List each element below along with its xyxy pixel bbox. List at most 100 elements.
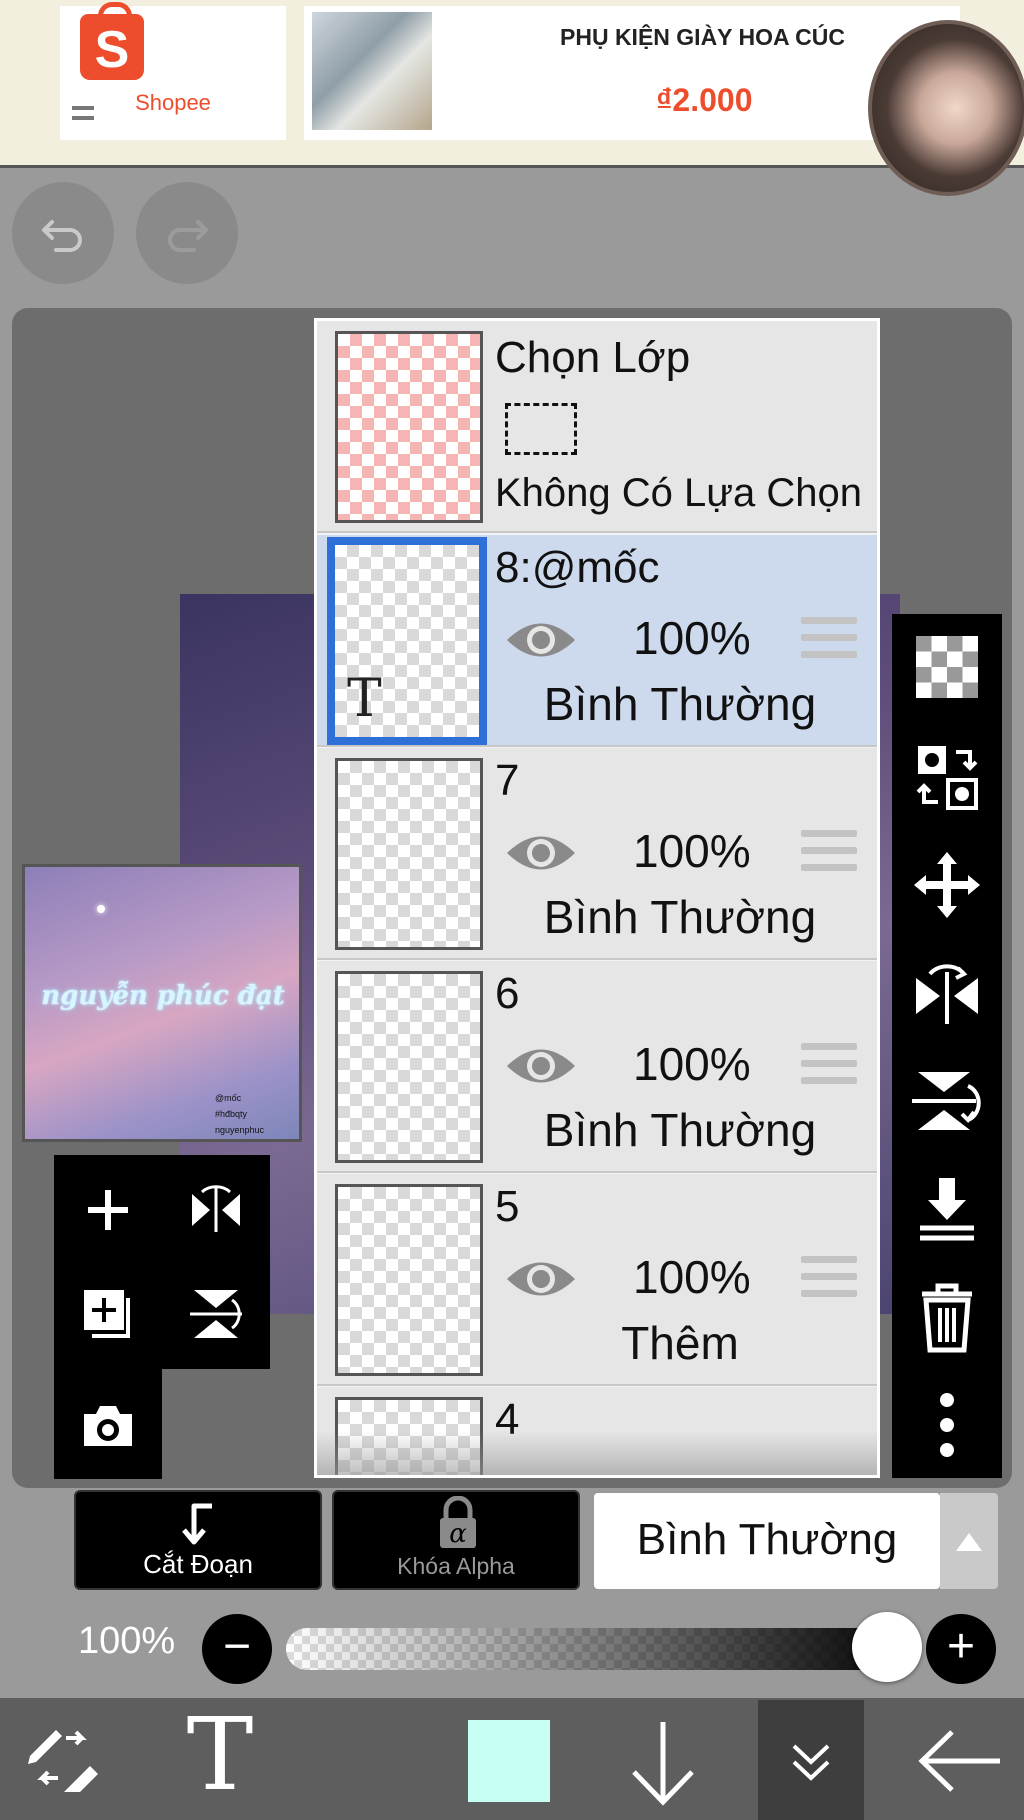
flip-layer-vertical-button[interactable] — [904, 1058, 990, 1144]
opacity-value-label: 100% — [78, 1620, 176, 1662]
layer-thumbnail: T — [327, 537, 487, 745]
add-layer-button[interactable] — [78, 1180, 138, 1240]
ad-menu-icon[interactable] — [72, 106, 94, 120]
transparent-fill-button[interactable] — [904, 624, 990, 710]
selection-marquee-icon — [505, 403, 577, 455]
trash-icon — [922, 1283, 972, 1353]
flip-layer-horizontal-button[interactable] — [904, 950, 990, 1036]
layer-name: 6 — [495, 969, 520, 1018]
clipping-label: Cắt Đoạn — [143, 1549, 253, 1579]
plus-icon — [88, 1190, 128, 1230]
layer-row[interactable]: T 8:@mốc 100% Bình Thường — [317, 535, 877, 747]
swap-icon — [916, 746, 978, 810]
layer-thumbnail — [335, 971, 483, 1163]
merge-down-icon — [920, 1178, 974, 1241]
layer-blend-mode: Bình Thường — [543, 1104, 817, 1156]
alpha-lock-button[interactable]: α Khóa Alpha — [332, 1490, 580, 1590]
layer-opacity: 100% — [633, 1251, 751, 1303]
preview-small-text: nguyenphuc — [215, 1125, 265, 1135]
layer-thumbnail — [335, 758, 483, 950]
selection-layer-thumbnail — [335, 331, 483, 523]
flip-vertical-icon — [912, 1072, 981, 1130]
layer-opacity: 100% — [633, 612, 751, 664]
drag-handle-icon[interactable] — [801, 830, 857, 874]
merge-down-button[interactable] — [904, 1166, 990, 1252]
camera-icon — [84, 1406, 132, 1446]
clip-arrow-icon — [182, 1503, 212, 1545]
opacity-slider-thumb[interactable] — [852, 1612, 922, 1682]
undo-button[interactable] — [12, 182, 114, 284]
add-copy-layer-button[interactable] — [78, 1284, 138, 1344]
preview-title-text: nguyễn phúc đạt — [41, 981, 285, 1011]
floating-avatar[interactable] — [868, 20, 1024, 196]
opacity-increase-button[interactable]: + — [926, 1614, 996, 1684]
layer-row[interactable]: 7 100% Bình Thường — [317, 748, 877, 960]
opacity-slider-track[interactable] — [286, 1628, 906, 1670]
layer-panel: Chọn Lớp Không Có Lựa Chọn T 8:@mốc 100%… — [314, 318, 880, 1478]
svg-text:α: α — [449, 1519, 467, 1549]
flip-vertical-icon — [190, 1290, 242, 1338]
layer-blend-mode: Bình Thường — [543, 678, 817, 730]
more-options-button[interactable] — [904, 1382, 990, 1468]
visibility-eye-icon[interactable] — [503, 1254, 579, 1304]
shopee-bag-icon: S — [80, 2, 144, 80]
move-button[interactable] — [904, 842, 990, 928]
triangle-up-icon — [956, 1533, 982, 1551]
text-tool-button[interactable]: T — [170, 1700, 270, 1810]
brush-eraser-toggle-button[interactable] — [20, 1716, 104, 1800]
visibility-eye-icon[interactable] — [503, 828, 579, 878]
arrow-left-icon — [918, 1730, 1000, 1792]
visibility-eye-icon[interactable] — [503, 615, 579, 665]
flip-horizontal-icon — [192, 1185, 240, 1232]
move-icon — [914, 852, 980, 918]
preview-small-text: #hđbqty — [215, 1109, 248, 1119]
layer-name: 8:@mốc — [495, 543, 660, 592]
drag-handle-icon[interactable] — [801, 1256, 857, 1300]
flip-vertical-button[interactable] — [186, 1284, 246, 1344]
layer-blend-mode: Bình Thường — [543, 891, 817, 943]
clipping-button[interactable]: Cắt Đoạn — [74, 1490, 322, 1590]
layer-opacity: 100% — [633, 825, 751, 877]
color-swatch[interactable] — [468, 1720, 550, 1802]
blend-mode-value: Bình Thường — [636, 1515, 898, 1564]
arrow-down-icon — [632, 1722, 694, 1806]
drag-handle-icon[interactable] — [801, 617, 857, 661]
ad-product-price: ₫2.000 — [656, 82, 753, 118]
preview-moon — [97, 905, 105, 913]
drag-handle-icon[interactable] — [801, 1043, 857, 1087]
redo-button[interactable] — [136, 182, 238, 284]
swap-layer-button[interactable] — [904, 734, 990, 820]
layer-thumbnail — [335, 1184, 483, 1376]
ad-product-title: PHỤ KIỆN GIÀY HOA CÚC — [560, 24, 845, 50]
more-vertical-icon — [940, 1393, 954, 1457]
layer-name: 7 — [495, 756, 520, 805]
chevron-double-down-icon — [792, 1744, 830, 1781]
selection-layer-status: Không Có Lựa Chọn — [495, 471, 863, 515]
list-fade — [317, 1431, 877, 1475]
collapse-panel-button[interactable] — [758, 1700, 864, 1820]
selection-layer-title: Chọn Lớp — [495, 333, 691, 382]
canvas-preview[interactable]: nguyễn phúc đạt @mốc #hđbqty nguyenphuc — [22, 864, 302, 1142]
download-button[interactable] — [620, 1712, 706, 1812]
text-layer-icon: T — [347, 669, 382, 729]
flip-horizontal-icon — [916, 964, 978, 1024]
blend-mode-select[interactable]: Bình Thường — [594, 1493, 940, 1589]
checkerboard-icon — [916, 636, 978, 698]
visibility-eye-icon[interactable] — [503, 1041, 579, 1091]
flip-horizontal-button[interactable] — [186, 1180, 246, 1240]
layer-name: 5 — [495, 1182, 520, 1231]
alpha-lock-label: Khóa Alpha — [397, 1553, 515, 1579]
preview-small-text: @mốc — [215, 1093, 242, 1103]
delete-layer-button[interactable] — [904, 1274, 990, 1360]
back-button[interactable] — [916, 1724, 1006, 1798]
blend-mode-dropdown-button[interactable] — [940, 1493, 998, 1589]
layer-blend-mode: Thêm — [621, 1317, 739, 1369]
opacity-decrease-button[interactable]: − — [202, 1614, 272, 1684]
undo-icon — [42, 220, 82, 252]
camera-button[interactable] — [78, 1396, 138, 1456]
selection-layer-row[interactable]: Chọn Lớp Không Có Lựa Chọn — [317, 321, 877, 533]
ad-product-image — [312, 12, 432, 130]
redo-icon — [168, 220, 208, 252]
layer-row[interactable]: 6 100% Bình Thường — [317, 961, 877, 1173]
layer-row[interactable]: 5 100% Thêm — [317, 1174, 877, 1386]
